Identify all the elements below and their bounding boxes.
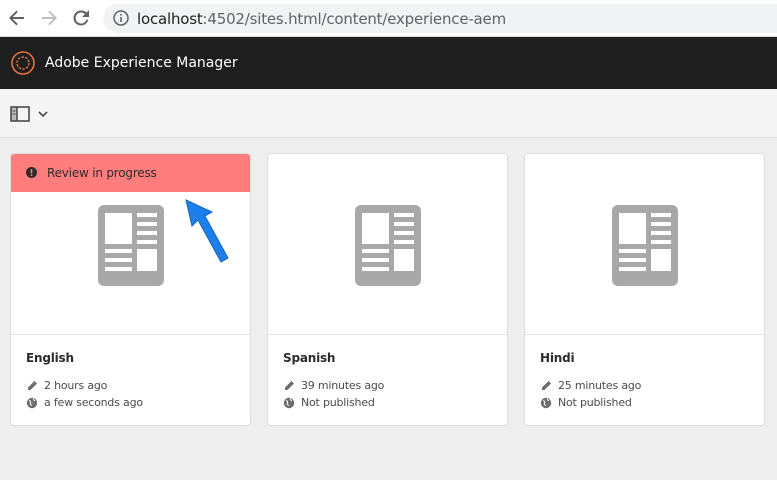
card-thumbnail[interactable] [525,154,764,335]
pencil-icon [28,380,37,390]
globe-icon [283,397,295,408]
card-thumbnail[interactable] [268,154,507,335]
aem-shell-header: Adobe Experience Manager [0,37,777,89]
page-icon [98,205,164,286]
annotation-arrow [185,199,229,263]
modified-info: 39 minutes ago [283,379,384,392]
modified-info: 2 hours ago [26,379,107,392]
published-info: Not published [540,396,632,409]
forward-button[interactable] [37,6,61,30]
chevron-down-icon [38,111,48,118]
published-text: Not published [558,396,632,409]
aem-logo-icon[interactable] [11,51,35,75]
card-title: Hindi [540,351,575,365]
back-arrow-icon [9,10,24,26]
rail-toggle-button[interactable] [10,105,52,123]
published-info: a few seconds ago [26,396,143,409]
pencil-icon [542,380,551,390]
published-text: Not published [301,396,375,409]
page-icon [612,205,678,286]
page-card-hindi[interactable]: Hindi 25 minutes ago Not published [524,153,765,426]
modified-text: 2 hours ago [44,379,108,392]
page-card-spanish[interactable]: Spanish 39 minutes ago Not published [267,153,508,426]
reload-icon [73,10,89,26]
globe-icon [540,397,552,408]
modified-text: 39 minutes ago [301,379,385,392]
modified-text: 25 minutes ago [558,379,642,392]
app-title[interactable]: Adobe Experience Manager [45,55,238,71]
action-toolbar [0,89,777,138]
rail-toggle-icon [10,106,30,122]
published-info: Not published [283,396,375,409]
pencil-icon [285,380,294,390]
review-alert: Review in progress [11,154,250,192]
page-icon [355,205,421,286]
forward-arrow-icon [42,10,57,26]
reload-button[interactable] [69,6,93,30]
globe-icon [26,397,38,408]
modified-info: 25 minutes ago [540,379,641,392]
browser-toolbar: localhost:4502/sites.html/content/experi… [0,0,777,37]
url-text[interactable]: localhost:4502/sites.html/content/experi… [137,10,506,28]
url-path: :4502/sites.html/content/experience-aem [202,10,507,28]
url-host: localhost [137,10,203,28]
alert-text: Review in progress [47,166,157,180]
published-text: a few seconds ago [44,396,143,409]
back-button[interactable] [5,6,29,30]
address-bar[interactable]: localhost:4502/sites.html/content/experi… [103,4,777,33]
card-title: Spanish [283,351,336,365]
page-card-english[interactable]: Review in progress English 2 hours ago a… [10,153,251,426]
alert-icon [26,167,37,178]
info-icon[interactable] [113,10,129,26]
card-title: English [26,351,74,365]
